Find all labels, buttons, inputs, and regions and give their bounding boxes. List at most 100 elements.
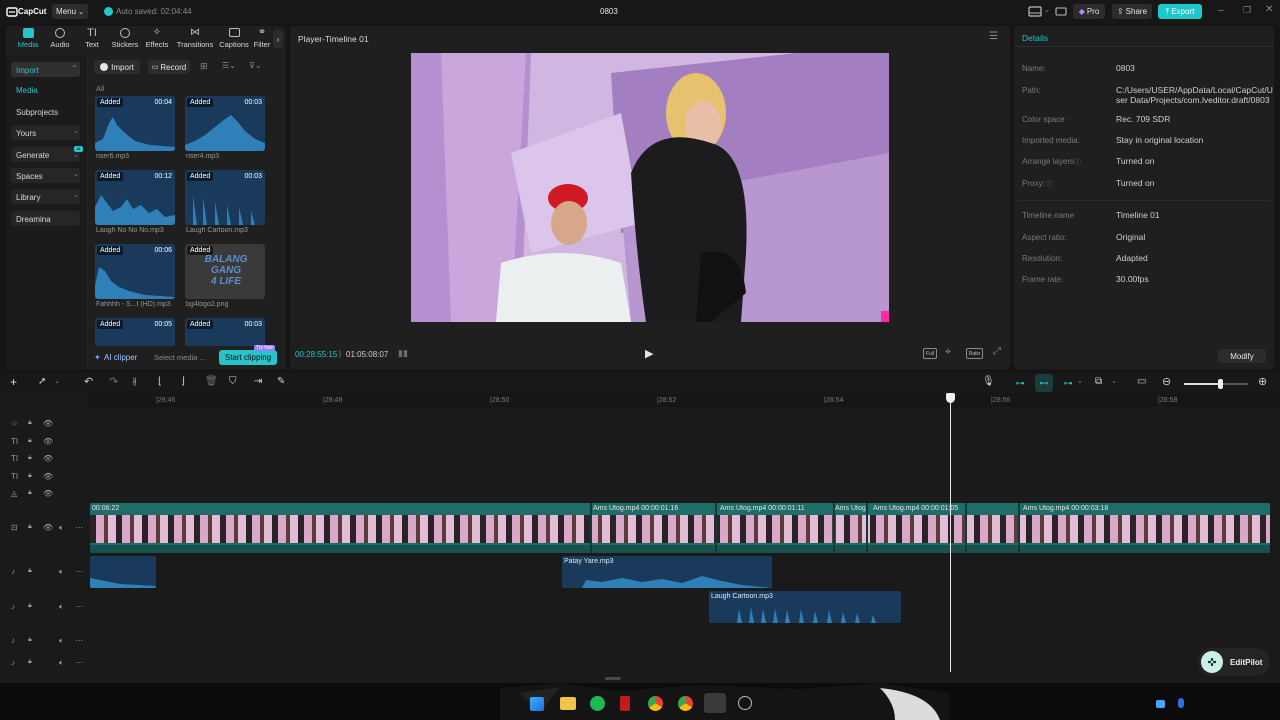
snapshot-icon[interactable]: ⌖	[945, 346, 951, 359]
chrome-profile-icon[interactable]	[678, 696, 693, 711]
capcut-taskbar-icon[interactable]	[704, 693, 726, 713]
audio-clip-patay-yare[interactable]: Patay Yare.mp3	[562, 556, 772, 588]
tabs-scroll-right-icon[interactable]: ›	[273, 30, 283, 48]
play-icon[interactable]: ▶	[645, 347, 653, 360]
lock-icon[interactable]: 🔒︎	[28, 602, 38, 612]
export-button[interactable]: ⤒ Export	[1158, 4, 1202, 19]
media-item[interactable]: Added 00:06	[95, 244, 175, 299]
start-clipping-button[interactable]: Start clipping	[219, 350, 277, 365]
media-item[interactable]: Added 00:12	[95, 170, 175, 225]
auto-edit-icon[interactable]: ✎	[277, 376, 285, 387]
lock-icon[interactable]: 🔒︎	[28, 658, 38, 668]
tray-mic-icon[interactable]	[1178, 698, 1184, 708]
sidebar-item-media[interactable]: Media	[16, 86, 38, 95]
lock-icon[interactable]: 🔒︎	[28, 437, 38, 447]
more-icon[interactable]: ⋯	[75, 602, 85, 612]
filter-all[interactable]: All	[96, 84, 104, 93]
magnet-link-icon[interactable]: ⊶	[1011, 374, 1029, 392]
info-icon[interactable]: ⓘ	[1046, 179, 1053, 189]
full-button[interactable]: Full	[923, 348, 937, 359]
sort-icon[interactable]: ☰⌄	[222, 61, 236, 70]
media-item[interactable]: Added BALANG GANG 4 LIFE	[185, 244, 265, 299]
grid-view-icon[interactable]: ⊞	[200, 61, 208, 72]
playhead[interactable]	[950, 394, 951, 672]
sidebar-item-dreamina[interactable]: Dreamina	[11, 211, 80, 226]
eye-icon[interactable]: 👁︎	[43, 472, 53, 482]
more-icon[interactable]: ⋯	[75, 567, 85, 577]
speaker-icon[interactable]: 🔈︎	[59, 567, 69, 577]
playhead-handle[interactable]	[946, 393, 955, 403]
linkage-chevron-icon[interactable]: ⌄	[1077, 377, 1083, 385]
media-item[interactable]: Added 00:03	[185, 96, 265, 151]
tray-cloud-icon[interactable]	[1156, 700, 1165, 708]
tab-transitions[interactable]: ⋈ Transitions	[172, 28, 218, 50]
sidebar-item-generate[interactable]: Generate AI ⌄	[11, 146, 83, 162]
eye-icon[interactable]: 👁︎	[43, 489, 53, 499]
windows-start-icon[interactable]	[530, 697, 544, 711]
tab-filter[interactable]: ⚭ Filter	[252, 28, 272, 50]
select-tool-icon[interactable]: ➚	[38, 376, 46, 387]
caption-track-icon[interactable]: ▭	[1137, 376, 1146, 387]
ratio-button[interactable]: Ratio	[966, 348, 983, 359]
freeze-icon[interactable]: ⇥	[254, 376, 262, 387]
time-ruler[interactable]	[88, 393, 1280, 407]
tab-text[interactable]: TI Text	[76, 28, 108, 50]
sidebar-item-subprojects[interactable]: Subprojects	[16, 108, 58, 117]
delete-icon[interactable]: 🗑	[205, 376, 218, 387]
tab-audio[interactable]: Audio	[44, 28, 76, 50]
media-item[interactable]: Added 00:05	[95, 318, 175, 348]
fullscreen-icon[interactable]: ⤢	[993, 346, 1001, 357]
add-track-icon[interactable]: +	[10, 375, 17, 389]
media-item[interactable]: Added 00:03	[185, 318, 265, 348]
tab-stickers[interactable]: Stickers	[109, 28, 141, 50]
lock-icon[interactable]: 🔒︎	[28, 636, 38, 646]
share-button[interactable]: ⇪ Share	[1112, 4, 1152, 19]
more-icon[interactable]: ⋯	[75, 636, 85, 646]
spotify-icon[interactable]	[590, 696, 605, 711]
zoom-slider[interactable]	[1184, 379, 1248, 389]
speaker-icon[interactable]: 🔈︎	[59, 636, 69, 646]
maximize-icon[interactable]: ❐	[1243, 5, 1251, 16]
undo-icon[interactable]: ↶	[84, 375, 93, 388]
sidebar-item-library[interactable]: Library ⌄	[11, 189, 80, 204]
record-button[interactable]: ▭ Record	[148, 60, 190, 74]
media-item[interactable]: Added 00:04	[95, 96, 175, 151]
media-item[interactable]: Added 00:03	[185, 170, 265, 225]
select-media-hint[interactable]: Select media ...	[154, 353, 206, 362]
layout-icon[interactable]	[1028, 6, 1042, 17]
app-red-icon[interactable]	[620, 696, 630, 711]
auto-snap-icon[interactable]: ⊷	[1035, 374, 1053, 392]
mask-shield-icon[interactable]: ⛉	[229, 376, 237, 387]
eye-icon[interactable]: 👁︎	[43, 419, 53, 429]
sidebar-item-yours[interactable]: Yours ⌄	[11, 125, 80, 140]
select-chevron-icon[interactable]: ⌄	[54, 377, 60, 385]
sidebar-item-import[interactable]: Import ⌃	[11, 62, 80, 77]
filter-funnel-icon[interactable]: ⊽⌄	[249, 61, 262, 70]
info-icon[interactable]: ⓘ	[1074, 157, 1081, 167]
video-preview[interactable]	[411, 53, 889, 322]
linkage-icon[interactable]: ⊶	[1059, 374, 1077, 392]
audio-clip[interactable]	[90, 556, 156, 588]
zoom-slider-handle[interactable]	[1218, 379, 1223, 389]
lock-icon[interactable]: 🔒︎	[28, 567, 38, 577]
more-icon[interactable]: ⋯	[75, 523, 85, 533]
keyboard-icon[interactable]	[1055, 6, 1067, 17]
lock-icon[interactable]: 🔒︎	[28, 472, 38, 482]
layout-chevron-icon[interactable]: ⌄	[1044, 6, 1050, 14]
lock-icon[interactable]: 🔒︎	[28, 523, 38, 533]
tab-effects[interactable]: ✧ Effects	[141, 28, 173, 50]
lock-icon[interactable]: 🔒︎	[28, 489, 38, 499]
speaker-icon[interactable]: 🔈︎	[59, 523, 69, 533]
zoom-in-icon[interactable]: ⊕	[1258, 375, 1267, 388]
split-left-icon[interactable]: ⌊	[158, 376, 162, 387]
split-right-icon[interactable]: ⌋	[181, 376, 185, 387]
zoom-out-icon[interactable]: ⊖	[1162, 375, 1171, 388]
lock-icon[interactable]: 🔒︎	[28, 454, 38, 464]
import-button[interactable]: Import	[94, 60, 140, 74]
audio-clip-laugh-cartoon[interactable]: Laugh Cartoon.mp3	[709, 591, 901, 623]
preview-chevron-icon[interactable]: ⌄	[1111, 377, 1117, 385]
chrome-icon[interactable]	[648, 696, 663, 711]
redo-icon[interactable]: ↷	[109, 375, 118, 388]
pro-button[interactable]: ◆ Pro	[1073, 4, 1105, 19]
more-icon[interactable]: ⋯	[75, 658, 85, 668]
